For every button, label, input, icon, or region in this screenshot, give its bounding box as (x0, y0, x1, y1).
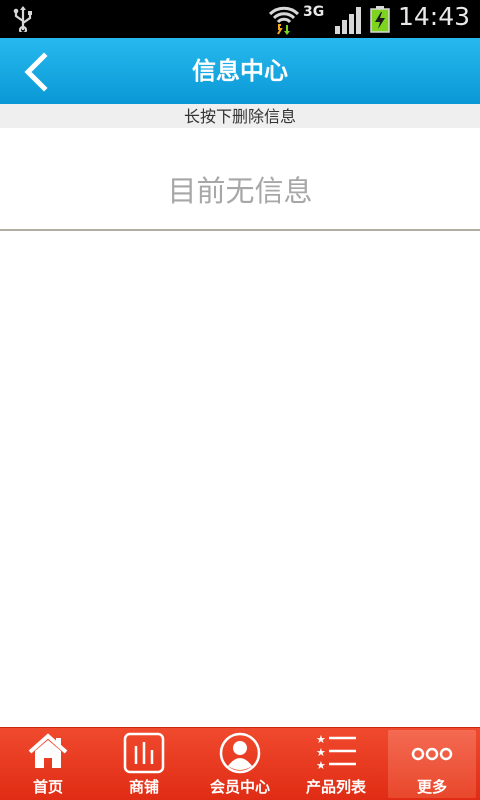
nav-label-home: 首页 (32, 778, 63, 796)
nav-label-member: 会员中心 (209, 778, 270, 796)
title-bar: 信息中心 (0, 38, 480, 104)
chevron-left-icon (24, 52, 48, 92)
network-type-label: 3G (303, 4, 325, 20)
status-bar: 3G 14:43 (0, 0, 480, 38)
nav-label-products: 产品列表 (305, 778, 366, 796)
back-button[interactable] (18, 52, 58, 92)
page-title: 信息中心 (192, 57, 288, 85)
empty-message: 目前无信息 (167, 174, 313, 208)
message-list: 目前无信息 (0, 128, 480, 231)
list-icon: ★ ★ ★ (316, 733, 356, 772)
nav-item-home[interactable]: 首页 (0, 728, 96, 800)
nav-item-products[interactable]: ★ ★ ★ 产品列表 (288, 728, 384, 800)
svg-text:★: ★ (316, 759, 326, 772)
nav-item-more[interactable]: 更多 (388, 730, 476, 798)
home-icon (28, 733, 68, 768)
wifi-icon (268, 6, 300, 35)
signal-icon (335, 7, 361, 34)
nav-label-more: 更多 (416, 778, 447, 796)
svg-text:★: ★ (316, 733, 326, 746)
user-icon (219, 732, 261, 774)
status-clock: 14:43 (398, 2, 471, 31)
usb-icon (13, 6, 32, 32)
delete-hint: 长按下删除信息 (0, 104, 480, 128)
nav-item-store[interactable]: 商铺 (96, 728, 192, 800)
more-icon (411, 747, 453, 761)
store-icon (123, 732, 165, 774)
nav-label-store: 商铺 (128, 778, 159, 796)
nav-item-member[interactable]: 会员中心 (192, 728, 288, 800)
battery-charging-icon (370, 6, 390, 33)
bottom-nav: 首页 商铺 会员中心 ★ ★ ★ 产品列表 更多 (0, 727, 480, 800)
svg-text:★: ★ (316, 746, 326, 759)
